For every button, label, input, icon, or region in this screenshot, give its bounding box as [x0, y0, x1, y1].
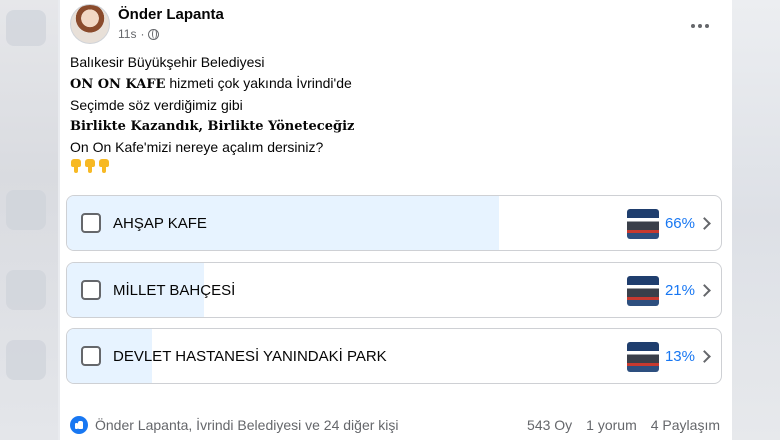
post-meta: 11s · — [118, 27, 160, 41]
poll-percent: 66% — [664, 215, 695, 232]
chevron-right-icon — [698, 350, 711, 363]
post-line-3: Seçimde söz verdiğimiz gibi — [70, 97, 243, 113]
post-line-1: Balıkesir Büyükşehir Belediyesi — [70, 54, 265, 70]
shares-count[interactable]: 4 Paylaşım — [651, 417, 720, 433]
bold-text: ON ON KAFE — [70, 77, 166, 92]
poll-option[interactable]: DEVLET HASTANESİ YANINDAKİ PARK 13% — [66, 328, 722, 384]
avatar[interactable] — [70, 4, 110, 44]
voter-avatar — [627, 209, 659, 239]
background-blur-right — [732, 0, 780, 440]
poll-option-label: AHŞAP KAFE — [113, 215, 207, 232]
more-options-button[interactable] — [686, 12, 714, 40]
background-blur-left — [0, 0, 58, 440]
poll-percent: 21% — [664, 282, 695, 299]
post-time[interactable]: 11s — [118, 27, 136, 41]
poll-checkbox[interactable] — [81, 213, 101, 233]
poll-checkbox[interactable] — [81, 280, 101, 300]
point-down-icon — [84, 159, 96, 173]
like-icon[interactable] — [70, 416, 88, 434]
post-header: Önder Lapanta 11s · — [70, 4, 720, 44]
poll-option[interactable]: MİLLET BAHÇESİ 21% — [66, 262, 722, 318]
globe-icon — [148, 28, 160, 40]
reactions-summary[interactable]: Önder Lapanta, İvrindi Belediyesi ve 24 … — [95, 417, 399, 433]
author-name[interactable]: Önder Lapanta — [118, 6, 224, 23]
poll-percent: 13% — [664, 348, 695, 365]
post-line-4: Birlikte Kazandık, Birlikte Yöneteceğiz — [70, 119, 355, 134]
poll-checkbox[interactable] — [81, 346, 101, 366]
comments-count[interactable]: 1 yorum — [586, 417, 637, 433]
chevron-right-icon — [698, 284, 711, 297]
more-dots-icon — [691, 24, 695, 28]
poll-option-label: MİLLET BAHÇESİ — [113, 282, 236, 299]
poll-option-label: DEVLET HASTANESİ YANINDAKİ PARK — [113, 348, 387, 365]
votes-count[interactable]: 543 Oy — [527, 417, 572, 433]
post-line-2: ON ON KAFE hizmeti çok yakında İvrindi'd… — [70, 75, 352, 92]
emoji-row — [70, 158, 710, 179]
voter-avatar — [627, 276, 659, 306]
post-stats: 543 Oy 1 yorum 4 Paylaşım — [527, 417, 720, 433]
separator-dot: · — [140, 27, 145, 41]
point-down-icon — [98, 159, 110, 173]
post-card: Önder Lapanta 11s · Balıkesir Büyükşehir… — [60, 0, 732, 440]
post-line-5: On On Kafe'mizi nereye açalım dersiniz? — [70, 139, 324, 155]
poll-option[interactable]: AHŞAP KAFE 66% — [66, 195, 722, 251]
post-text: Balıkesir Büyükşehir Belediyesi ON ON KA… — [70, 52, 710, 179]
point-down-icon — [70, 159, 82, 173]
chevron-right-icon — [698, 217, 711, 230]
post-footer: Önder Lapanta, İvrindi Belediyesi ve 24 … — [70, 414, 720, 438]
voter-avatar — [627, 342, 659, 372]
